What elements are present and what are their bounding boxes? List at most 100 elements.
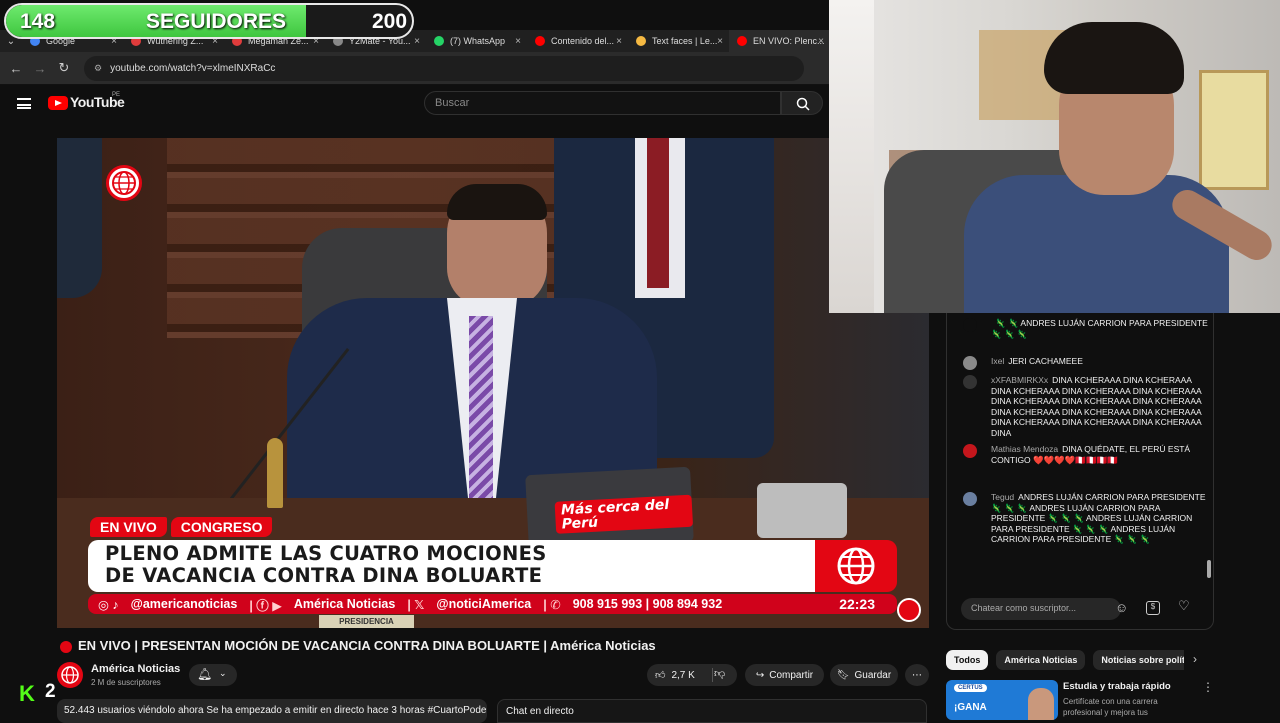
browser-tab[interactable]: Contenido del... × <box>527 30 628 52</box>
dislike-icon[interactable]: 👎︎ <box>714 667 725 680</box>
chat-avatar[interactable] <box>963 492 977 506</box>
browser-tab[interactable]: EN VIVO: Plenc... × <box>729 30 830 52</box>
chat-message[interactable]: Mathias Mendoza DINA QUÉDATE, EL PERÚ EST… <box>963 444 1211 465</box>
tab-close-icon[interactable]: × <box>717 36 723 47</box>
chat-author[interactable]: xXFABMIRKXx <box>991 375 1048 385</box>
chat-message[interactable]: Tegud ANDRES LUJÁN CARRION PARA PRESIDENT… <box>963 492 1211 545</box>
followers-goal: 200 <box>372 10 408 33</box>
chat-avatar[interactable] <box>963 375 977 389</box>
whatsapp-numbers: 908 915 993 | 908 894 932 <box>572 597 723 611</box>
share-label: Compartir <box>769 669 814 681</box>
tab-close-icon[interactable]: × <box>616 36 622 47</box>
thumbs-up-icon: 👍︎ <box>655 670 666 681</box>
chat-input-placeholder: Chatear como suscriptor... <box>971 603 1077 613</box>
headline-line-2: DE VACANCIA CONTRA DINA BOLUARTE <box>105 564 543 587</box>
reload-icon[interactable]: ↻ <box>52 60 76 76</box>
followers-goal-bar: 148 SEGUIDORES 200 <box>4 3 414 39</box>
chat-message[interactable]: Ixel JERI CACHAMEEE <box>963 356 1211 370</box>
share-button[interactable]: ↪ Compartir <box>745 664 824 686</box>
x-icon: | 𝕏 <box>407 597 425 612</box>
seated-man-tie <box>469 316 493 516</box>
headline-line-1: PLENO ADMITE LAS CUATRO MOCIONES <box>105 542 547 565</box>
broadcast-clock: 22:23 <box>839 596 875 612</box>
browser-tab[interactable]: Text faces | Le... × <box>628 30 729 52</box>
ad-more-icon[interactable]: ⋮ <box>1202 680 1214 694</box>
chevron-down-icon: ⌄ <box>219 668 227 678</box>
tab-favicon-icon <box>434 36 444 46</box>
tab-close-icon[interactable]: × <box>414 36 420 47</box>
search-button[interactable] <box>781 91 823 115</box>
share-icon: ↪ <box>755 669 765 681</box>
chat-scrollbar[interactable] <box>1207 560 1211 578</box>
chat-message[interactable]: 🦎 🦎 ANDRES LUJÁN CARRION PARA PRESIDENTE… <box>963 318 1211 339</box>
tab-label: Contenido del... <box>551 36 615 46</box>
ad-thumbnail[interactable]: CERTUS ¡GANA <box>946 680 1058 720</box>
wall-certificate <box>1199 70 1269 190</box>
site-info-icon[interactable]: ⚙ <box>94 63 102 74</box>
desk-phone <box>757 483 847 538</box>
filter-chip[interactable]: Noticias sobre polít... <box>1093 650 1184 670</box>
presidency-sign: PRESIDENCIA <box>319 615 414 628</box>
super-chat-icon[interactable]: $ <box>1146 601 1160 615</box>
filter-chip[interactable]: Todos <box>946 650 989 670</box>
chat-avatar[interactable] <box>963 356 977 370</box>
channel-name[interactable]: América Noticias <box>91 663 180 675</box>
subscriber-count: 2 M de suscriptores <box>91 678 161 687</box>
tab-favicon-icon <box>636 36 646 46</box>
like-divider <box>712 668 713 682</box>
channel-avatar[interactable] <box>57 662 83 688</box>
live-tag: EN VIVO <box>90 517 167 537</box>
laptop-sticker: Más cerca del Perú <box>554 494 694 534</box>
window-light <box>829 0 874 313</box>
tab-favicon-icon <box>737 36 747 46</box>
tab-favicon-icon <box>535 36 545 46</box>
video-title: EN VIVO | PRESENTAN MOCIÓN DE VACANCIA C… <box>78 638 656 653</box>
chat-author[interactable]: Ixel <box>991 356 1004 366</box>
ad-brand: CERTUS <box>954 684 987 692</box>
bell-icon: 🔔︎ <box>197 667 213 681</box>
tab-label: (7) WhatsApp <box>450 36 506 46</box>
search-placeholder: Buscar <box>435 97 470 109</box>
section-tag: CONGRESO <box>170 517 273 537</box>
heart-icon[interactable]: ♡ <box>1178 598 1190 614</box>
youtube-logo-icon[interactable] <box>48 96 68 110</box>
video-meta[interactable]: 52.443 usuarios viéndolo ahora Se ha emp… <box>57 699 487 723</box>
emoji-icon[interactable]: ☺ <box>1115 600 1128 615</box>
url-field[interactable]: ⚙ youtube.com/watch?v=xlmeINXRaCc <box>84 55 804 81</box>
bookmark-icon: 🔖︎ <box>836 669 850 681</box>
chat-author[interactable]: Mathias Mendoza <box>991 444 1058 454</box>
ad-description: Certifícate con una carrera profesional … <box>1063 697 1158 717</box>
forward-arrow-icon[interactable]: → <box>28 61 52 76</box>
notifications-button[interactable]: 🔔︎ ⌄ <box>189 664 237 686</box>
live-indicator-icon <box>60 641 72 653</box>
chat-author[interactable]: Tegud <box>991 492 1014 502</box>
back-arrow-icon[interactable]: ← <box>4 61 28 76</box>
tab-close-icon[interactable]: × <box>515 36 521 47</box>
save-label: Guardar <box>854 669 892 681</box>
chat-avatar[interactable] <box>963 444 977 458</box>
kick-logo-icon: K <box>19 681 35 706</box>
america-globe-logo <box>106 165 142 201</box>
chat-input[interactable]: Chatear como suscriptor... <box>961 598 1121 620</box>
tab-label: EN VIVO: Plenc... <box>753 36 825 46</box>
tab-close-icon[interactable]: × <box>818 36 824 47</box>
chat-avatar[interactable] <box>963 318 977 332</box>
browser-tab[interactable]: (7) WhatsApp × <box>426 30 527 52</box>
left-person-arm <box>57 138 102 298</box>
save-button[interactable]: 🔖︎ Guardar <box>830 664 898 686</box>
live-chat-header[interactable]: Chat en directo <box>497 699 927 723</box>
tab-label: Text faces | Le... <box>652 36 718 46</box>
chat-text: 🦎 🦎 ANDRES LUJÁN CARRION PARA PRESIDENTE… <box>991 318 1208 339</box>
laptop: Más cerca del Perú <box>525 466 694 551</box>
filter-chip[interactable]: América Noticias <box>996 650 1086 670</box>
youtube-header: YouTube PE Buscar <box>0 85 830 125</box>
chat-message[interactable]: xXFABMIRKXx DINA KCHERAAA DINA KCHERAAA D… <box>963 375 1211 438</box>
search-input[interactable]: Buscar <box>424 91 781 115</box>
menu-icon[interactable] <box>17 98 31 109</box>
seated-man-hair <box>447 184 547 220</box>
chevron-right-icon[interactable]: › <box>1193 652 1197 666</box>
lower-third-tags: EN VIVO CONGRESO <box>90 517 273 537</box>
ad-title[interactable]: Estudia y trabaja rápido <box>1063 681 1171 692</box>
streamer-hair <box>1044 22 1184 94</box>
more-actions-icon[interactable]: ⋯ <box>905 664 929 686</box>
